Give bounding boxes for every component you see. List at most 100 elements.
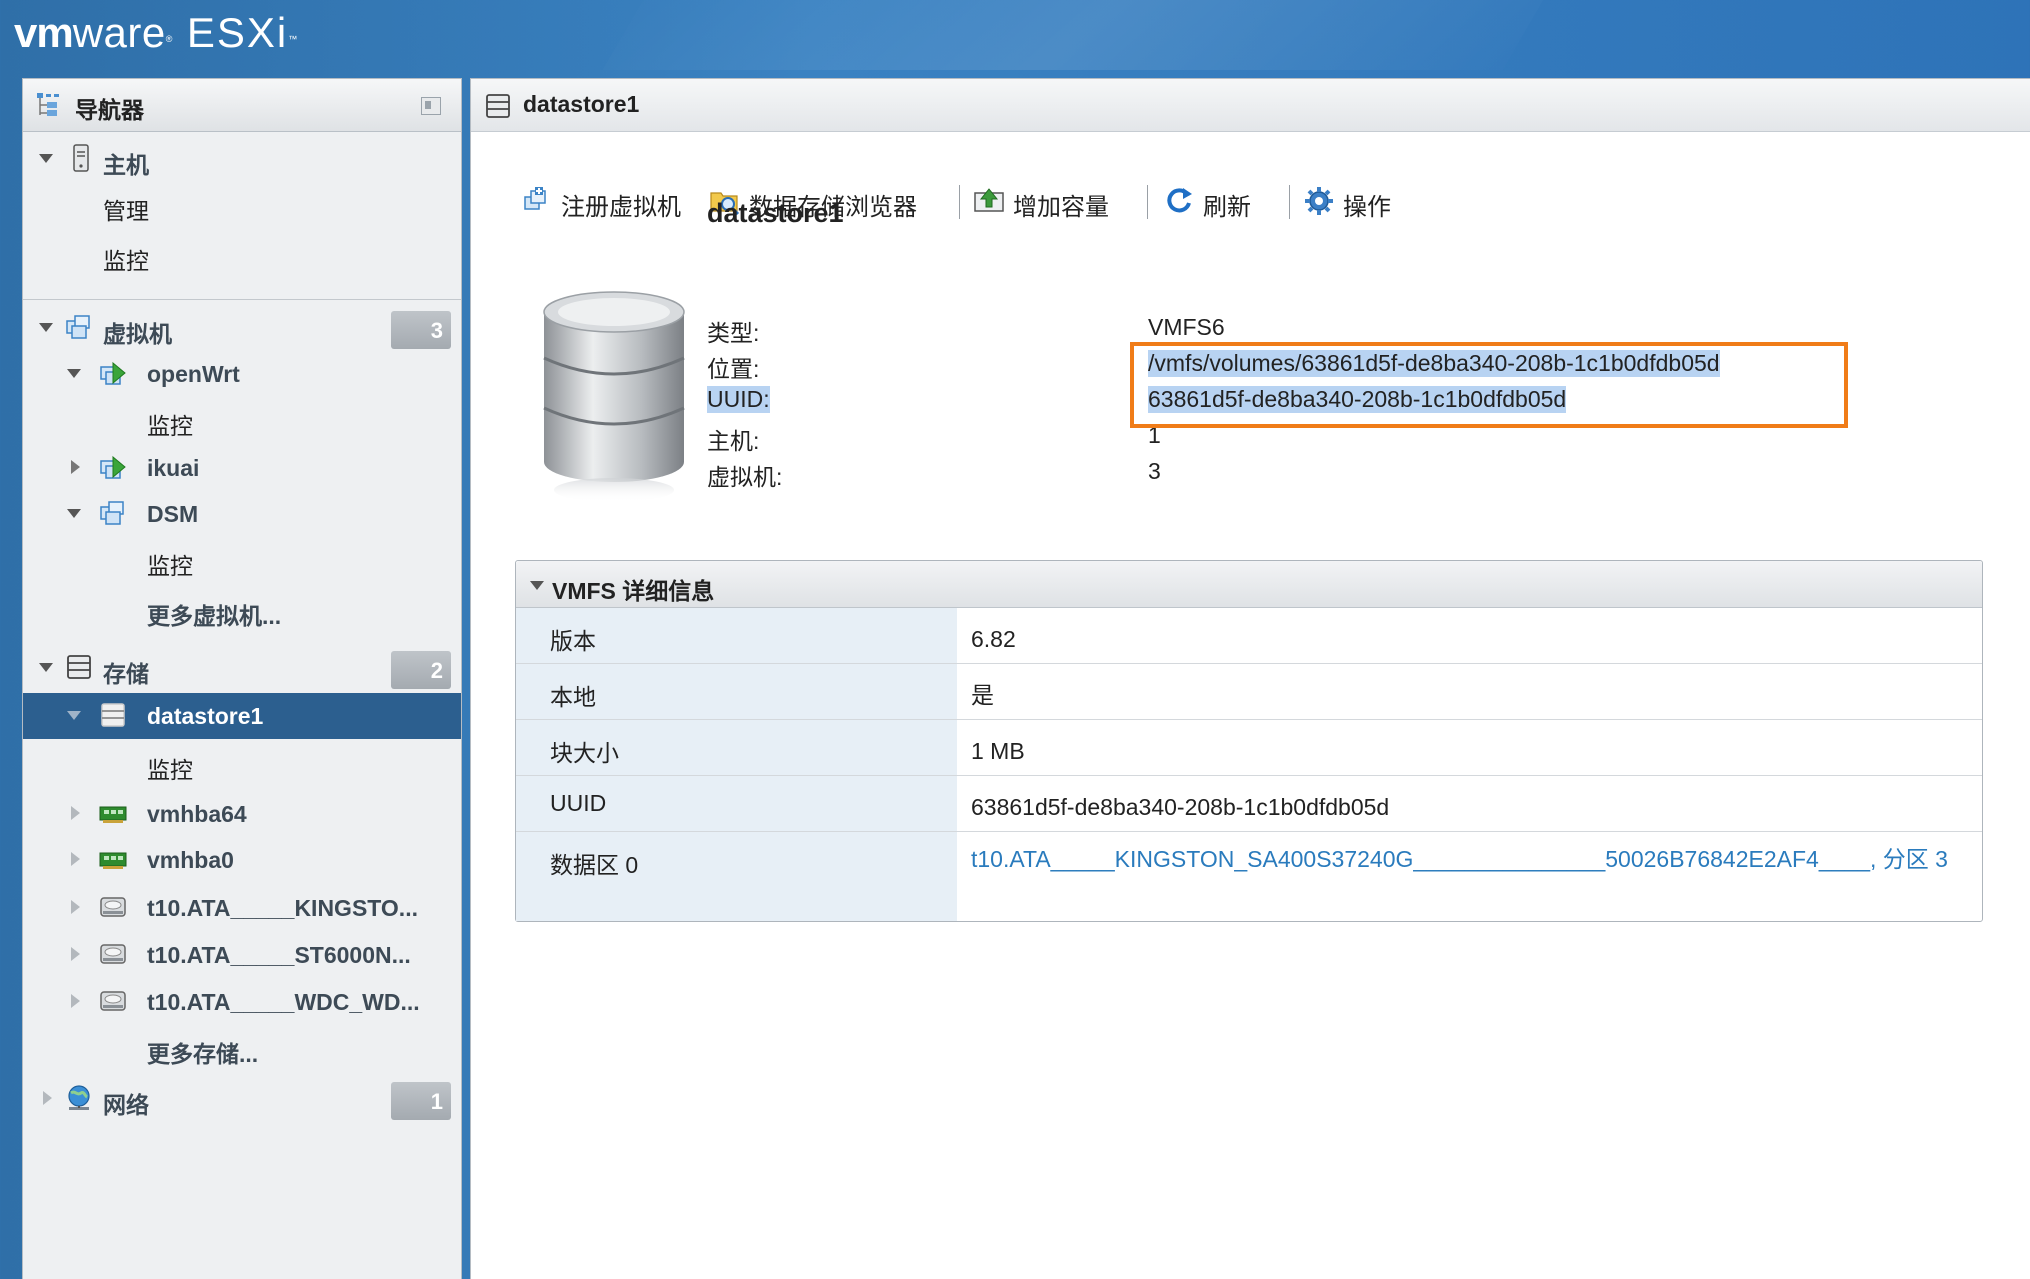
expand-device-icon[interactable] <box>71 947 80 961</box>
nav-openwrt-label: openWrt <box>147 361 240 387</box>
refresh-label: 刷新 <box>1203 194 1251 221</box>
nav-virtual-machines[interactable]: 虚拟机 3 <box>23 305 461 351</box>
increase-capacity-label: 增加容量 <box>1013 194 1109 221</box>
actions-label: 操作 <box>1343 194 1391 221</box>
nav-host-monitor-label: 监控 <box>103 248 149 274</box>
type-label: 类型: <box>707 320 760 346</box>
host-icon <box>73 144 89 172</box>
nav-storage-label: 存储 <box>103 661 149 687</box>
vms-label: 虚拟机: <box>707 464 783 490</box>
table-row: 块大小 1 MB <box>516 720 1982 776</box>
nav-vmhba0-label: vmhba0 <box>147 847 234 873</box>
row-value: 是 <box>971 682 994 708</box>
expand-vms-icon[interactable] <box>39 323 53 332</box>
row-value: 1 MB <box>971 738 1025 764</box>
expand-vmhba0-icon[interactable] <box>71 852 80 866</box>
navigator-title: 导航器 <box>75 97 144 123</box>
navigator-header: 导航器 <box>23 79 461 132</box>
disk-icon <box>100 897 126 917</box>
nav-vm-dsm[interactable]: DSM <box>23 491 461 537</box>
vm-icon <box>100 501 124 525</box>
refresh-icon <box>1167 188 1192 213</box>
extent-link[interactable]: t10.ATA_____KINGSTON_SA400S37240G_______… <box>971 842 1971 876</box>
collapse-vmfs-icon[interactable] <box>530 581 544 590</box>
disk-icon <box>100 944 126 964</box>
expand-datastore1-icon[interactable] <box>67 711 81 720</box>
uuid-label: UUID: <box>707 386 770 413</box>
nav-device-wdc[interactable]: t10.ATA_____WDC_WD... <box>23 979 461 1025</box>
expand-network-icon[interactable] <box>43 1091 52 1105</box>
page-title: datastore1 <box>523 91 640 117</box>
nav-wdc-label: t10.ATA_____WDC_WD... <box>147 989 420 1015</box>
nav-host-manage-label: 管理 <box>103 198 149 224</box>
nav-openwrt-monitor-label: 监控 <box>147 413 193 439</box>
row-key: 块大小 <box>550 740 619 766</box>
nav-adapter-vmhba64[interactable]: vmhba64 <box>23 791 461 837</box>
register-vm-label: 注册虚拟机 <box>561 194 681 221</box>
virtual-machines-icon <box>66 315 90 339</box>
expand-dsm-icon[interactable] <box>67 509 81 518</box>
main-panel-header: datastore1 <box>471 79 2030 132</box>
nav-adapter-vmhba0[interactable]: vmhba0 <box>23 837 461 883</box>
expand-ikuai-icon[interactable] <box>71 460 80 474</box>
register-vm-icon <box>524 187 546 210</box>
nav-device-st6000[interactable]: t10.ATA_____ST6000N... <box>23 932 461 978</box>
table-row: UUID 63861d5f-de8ba340-208b-1c1b0dfdb05d <box>516 776 1982 832</box>
nav-dsm-monitor-label: 监控 <box>147 553 193 579</box>
nav-host[interactable]: 主机 <box>23 136 461 182</box>
table-row: 本地 是 <box>516 664 1982 720</box>
vmfs-details-panel: VMFS 详细信息 版本 6.82 本地 是 块大小 1 MB UUID 638… <box>515 560 1983 922</box>
nav-more-vms-label: 更多虚拟机... <box>147 603 282 629</box>
datastore-icon <box>101 703 125 727</box>
nav-ikuai-label: ikuai <box>147 455 200 481</box>
expand-openwrt-icon[interactable] <box>67 369 81 378</box>
vm-running-icon <box>100 361 126 385</box>
storage-count-badge: 2 <box>391 651 451 689</box>
disk-icon <box>100 991 126 1011</box>
expand-host-icon[interactable] <box>39 154 53 163</box>
expand-device-icon[interactable] <box>71 994 80 1008</box>
nav-device-kingston[interactable]: t10.ATA_____KINGSTO... <box>23 885 461 931</box>
nav-host-manage[interactable]: 管理 <box>23 182 461 228</box>
nav-host-monitor[interactable]: 监控 <box>23 232 461 278</box>
nav-network-label: 网络 <box>103 1092 149 1118</box>
nav-datastore1-monitor-label: 监控 <box>147 757 193 783</box>
navigator-panel: 导航器 主机 管理 监控 虚拟机 3 openWrt 监控 ikuai DSM … <box>22 78 462 1279</box>
datastore-icon <box>486 94 510 118</box>
hosts-label: 主机: <box>707 428 760 454</box>
nav-storage[interactable]: 存储 2 <box>23 645 461 691</box>
nav-vms-label: 虚拟机 <box>103 321 172 347</box>
nav-host-label: 主机 <box>103 152 149 178</box>
table-row: 数据区 0 t10.ATA_____KINGSTON_SA400S37240G_… <box>516 832 1982 921</box>
vm-count-badge: 3 <box>391 311 451 349</box>
nav-datastore1[interactable]: datastore1 <box>23 693 461 739</box>
row-key: 数据区 0 <box>550 852 639 878</box>
nav-datastore1-monitor[interactable]: 监控 <box>23 741 461 787</box>
nav-more-storage-label: 更多存储... <box>147 1041 259 1067</box>
nav-more-vms[interactable]: 更多虚拟机... <box>23 587 461 633</box>
expand-device-icon[interactable] <box>71 900 80 914</box>
expand-vmhba64-icon[interactable] <box>71 806 80 820</box>
storage-adapter-icon <box>99 806 127 823</box>
nav-vm-openwrt[interactable]: openWrt <box>23 351 461 397</box>
nav-more-storage[interactable]: 更多存储... <box>23 1025 461 1071</box>
nav-dsm-label: DSM <box>147 501 199 527</box>
nav-vm-ikuai[interactable]: ikuai <box>23 445 461 491</box>
vmfs-details-title: VMFS 详细信息 <box>552 578 715 604</box>
row-value: 63861d5f-de8ba340-208b-1c1b0dfdb05d <box>971 794 1390 820</box>
network-count-badge: 1 <box>391 1082 451 1120</box>
gear-icon <box>1305 187 1333 215</box>
collapse-navigator-button[interactable] <box>421 97 441 115</box>
location-label: 位置: <box>707 356 760 382</box>
vmfs-details-header[interactable]: VMFS 详细信息 <box>516 561 1982 608</box>
increase-capacity-icon <box>974 188 1004 212</box>
datastore-large-icon <box>543 291 685 502</box>
nav-networking[interactable]: 网络 1 <box>23 1076 461 1122</box>
summary-title: datastore1 <box>707 198 844 228</box>
top-header: vmware® ESXi™ <box>0 0 2030 70</box>
nav-dsm-monitor[interactable]: 监控 <box>23 537 461 583</box>
table-row: 版本 6.82 <box>516 608 1982 664</box>
nav-openwrt-monitor[interactable]: 监控 <box>23 397 461 443</box>
expand-storage-icon[interactable] <box>39 663 53 672</box>
network-globe-icon <box>68 1085 90 1110</box>
